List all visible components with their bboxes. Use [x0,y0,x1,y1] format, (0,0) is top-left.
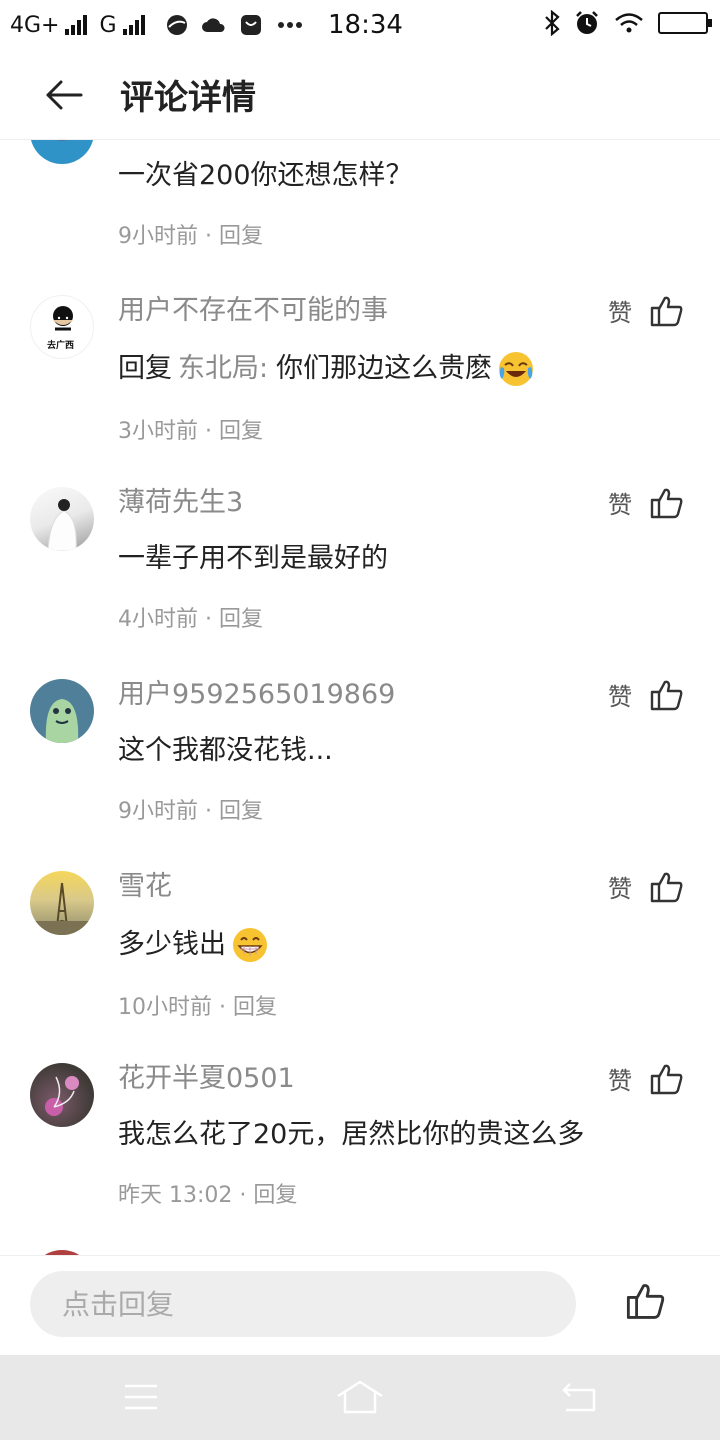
home-icon [337,1380,383,1414]
avatar[interactable] [30,140,94,164]
cloud-icon [201,18,225,32]
like-button[interactable]: 赞 [608,485,684,520]
header: 评论详情 [0,50,720,140]
comment-time: 10小时前 [118,995,212,1020]
reply-link[interactable]: 回复 [219,799,263,824]
return-icon [562,1383,596,1412]
thumbs-up-icon [650,872,683,902]
comment-body: 你们那边这么贵麽 [276,353,493,384]
avatar[interactable] [30,1063,94,1127]
like-label: 赞 [608,491,632,519]
status-bar: 4G+ G 18:34 [0,0,720,50]
avatar-flower-icon [45,1076,79,1116]
reply-input[interactable] [30,1271,576,1337]
page-title: 评论详情 [120,78,256,118]
avatar[interactable]: 去广西 [30,295,94,359]
like-button[interactable]: 赞 [608,293,684,328]
signal2-icon [122,15,145,35]
like-label: 赞 [608,875,632,903]
bluetooth-icon [545,10,560,36]
username[interactable]: 用户不存在不可能的事 [118,293,690,329]
battery-icon [658,12,712,34]
reply-target-user[interactable]: 东北局: [178,351,268,387]
comment-meta: 10小时前 · 回复 [118,995,278,1020]
browser-app-icon [166,15,187,35]
comment-text: 多少钱出 [118,925,690,965]
comment-text: 回复 东北局: 你们那边这么贵麽 [118,349,690,389]
comment-text: 我怎么花了20元，居然比你的贵这么多 [118,1119,585,1150]
comment-meta: 昨天 13:02 · 回复 [118,1183,298,1208]
comment-text: 这个我都没花钱... [118,735,333,766]
avatar-character-icon [45,699,79,743]
like-post-button[interactable] [626,1282,666,1324]
status-left: 4G+ G [10,13,303,38]
thumbs-up-icon [650,296,683,326]
comment-item: 雪花 多少钱出 10小时前 · 回复 赞 [0,851,720,1043]
comment-time: 3小时前 [118,419,198,444]
comment-text: 一次省200你还想怎样？ [118,160,413,191]
grin-emoji-icon [233,928,267,962]
username[interactable]: 用户9592565019869 [118,677,690,713]
menu-button[interactable] [116,1375,166,1419]
comment-item: 用户9592565019869 这个我都没花钱... 9小时前 · 回复 赞 [0,659,720,851]
like-label: 赞 [608,1067,632,1095]
like-label: 赞 [608,299,632,327]
comment-item: 花开半夏0501 我怎么花了20元，居然比你的贵这么多 昨天 13:02 · 回… [0,1043,720,1235]
username[interactable]: 薄荷先生3 [118,485,690,521]
return-button[interactable] [554,1375,604,1419]
comment-time: 4小时前 [118,607,198,632]
avatar-eiffel-tower-icon [30,882,94,935]
thumbs-up-icon [650,1064,683,1094]
comment-time: 昨天 13:02 [118,1183,233,1208]
comment-item: 去广西 用户不存在不可能的事 回复 东北局: 你们那边这么贵麽 3小时前 · 回… [0,275,720,467]
reply-link[interactable]: 回复 [253,1183,297,1208]
home-button[interactable] [335,1375,385,1419]
status-right [544,10,712,36]
avatar-photo-icon [47,499,77,551]
back-arrow-icon [46,80,83,109]
comment-meta: 9小时前 · 回复 [118,224,264,249]
reply-link[interactable]: 回复 [219,224,263,249]
clock-time: 18:34 [328,10,403,40]
like-button[interactable]: 赞 [608,869,684,904]
username[interactable]: 雪花 [118,869,690,905]
network-type-label: 4G+ [10,12,60,38]
reply-input-bar [0,1255,720,1355]
comment-text: 一辈子用不到是最好的 [118,543,388,574]
like-button[interactable]: 赞 [608,677,684,712]
like-label: 赞 [608,683,632,711]
system-nav-bar [0,1355,720,1440]
reply-link[interactable]: 回复 [219,419,263,444]
comment-meta: 4小时前 · 回复 [118,607,264,632]
comment-body: 多少钱出 [118,929,226,960]
username[interactable]: 花开半夏0501 [118,1061,690,1097]
thumbs-up-icon [626,1284,665,1319]
comment-meta: 3小时前 · 回复 [118,419,264,444]
signal-icon [65,15,88,35]
wifi-icon [615,13,643,33]
comment-item: 薄荷先生3 一辈子用不到是最好的 4小时前 · 回复 赞 [0,467,720,659]
avatar[interactable] [30,679,94,743]
reply-prefix: 回复 [118,353,172,384]
comment-time: 9小时前 [118,799,198,824]
thumbs-up-icon [650,488,683,518]
crying-laughing-emoji-icon [499,352,534,386]
thumbs-up-icon [650,680,683,710]
avatar[interactable] [30,487,94,551]
comment-meta: 9小时前 · 回复 [118,799,264,824]
avatar[interactable] [30,871,94,935]
comment-item: 一次省200你还想怎样？ 9小时前 · 回复 [0,140,720,275]
reply-link[interactable]: 回复 [219,607,263,632]
menu-icon [125,1384,157,1410]
more-notifications-icon [277,22,302,28]
like-button[interactable]: 赞 [608,1061,684,1096]
comment-list[interactable]: 一次省200你还想怎样？ 9小时前 · 回复 去广西 用户不存在不可能的事 回复… [0,140,720,1255]
alarm-icon [576,11,598,34]
avatar-caption: 去广西 [47,341,75,351]
back-button[interactable] [34,65,94,125]
comment-time: 9小时前 [118,224,198,249]
reply-link[interactable]: 回复 [233,995,277,1020]
network-type2-label: G [99,12,117,38]
shopping-app-icon [240,15,261,35]
